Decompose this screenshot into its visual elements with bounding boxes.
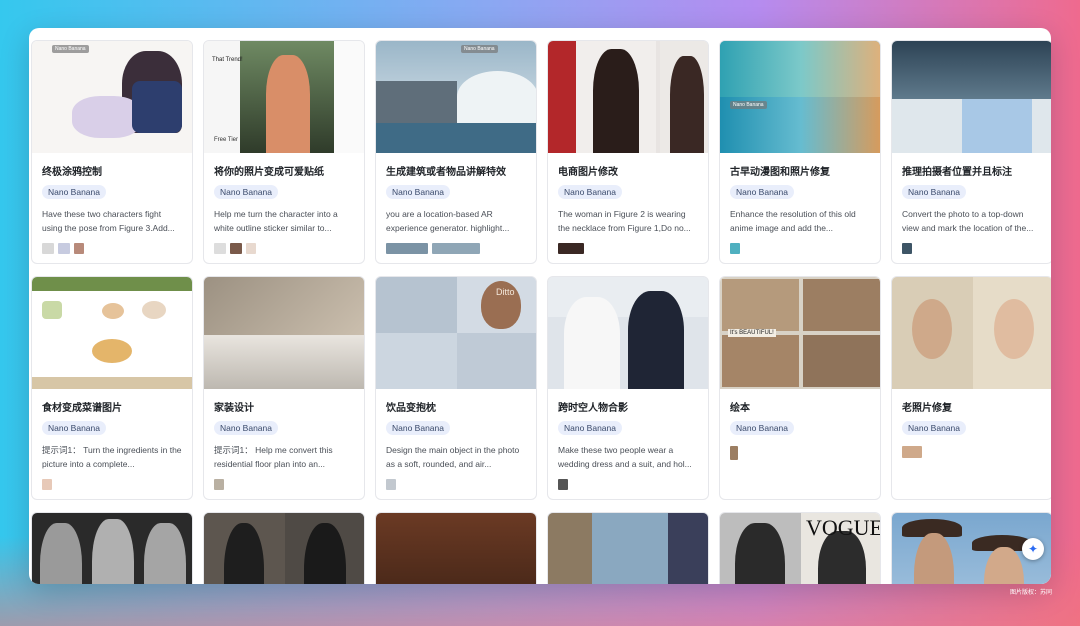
card-description: you are a location-based AR experience g… [386,209,510,233]
card-title: 终极涂鸦控制 [42,167,102,178]
reference-images [386,243,536,254]
card-title: 家装设计 [214,403,254,414]
template-card[interactable]: That Trend! Free Tier 将你的照片变成可爱贴纸 Nano B… [203,40,365,264]
template-card[interactable]: 跨时空人物合影 Nano Banana Make these two peopl… [547,276,709,500]
card-title: 电商图片修改 [558,167,618,178]
thumb-badge: Nano Banana [52,45,89,53]
card-description: Convert the photo to a top-down view and… [902,209,1034,233]
reference-images [386,479,536,490]
model-tag: Nano Banana [386,185,450,199]
template-card[interactable]: 电商图片修改 Nano Banana The woman in Figure 2… [547,40,709,264]
image-credit: 图片版权：苏同 [1009,590,1052,596]
template-card[interactable]: Ditto 饮品变抱枕 Nano Banana Design the main … [375,276,537,500]
thumb-badge: Nano Banana [461,45,498,53]
card-thumbnail [892,277,1051,389]
reference-images [558,479,708,490]
template-card[interactable]: It's BEAUTIFUL! 绘本 Nano Banana [719,276,881,500]
card-title: 绘本 [730,403,750,414]
card-title: 食材变成菜谱图片 [42,403,122,414]
model-tag: Nano Banana [902,185,966,199]
template-card[interactable] [547,512,709,584]
template-card[interactable] [203,512,365,584]
card-title: 饮品变抱枕 [386,403,436,414]
model-tag: Nano Banana [214,185,278,199]
template-card[interactable]: Nano Banana 古早动漫图和照片修复 Nano Banana Enhan… [719,40,881,264]
template-card[interactable]: VOGUE [719,512,881,584]
reference-images [902,446,1051,458]
template-card[interactable]: 家装设计 Nano Banana 提示词1： Help me convert t… [203,276,365,500]
card-thumbnail: Nano Banana [720,41,880,153]
reference-images [558,243,708,254]
card-description: 提示词1： Help me convert this residential f… [214,445,333,469]
card-thumbnail [32,277,192,389]
card-thumbnail [204,277,364,389]
model-tag: Nano Banana [902,421,966,435]
model-tag: Nano Banana [42,185,106,199]
card-thumbnail: It's BEAUTIFUL! [720,277,880,389]
card-description: Design the main object in the photo as a… [386,445,520,469]
card-title: 跨时空人物合影 [558,403,628,414]
thumb-badge: Nano Banana [730,101,767,109]
reference-images [902,243,1051,254]
reference-images [730,243,880,254]
template-card[interactable]: 推理拍摄者位置并且标注 Nano Banana Convert the phot… [891,40,1051,264]
model-tag: Nano Banana [214,421,278,435]
card-thumbnail [548,513,708,584]
template-grid: Nano Banana 终极涂鸦控制 Nano Banana Have thes… [31,40,1051,584]
thumb-text: Free Tier [214,137,239,143]
card-title: 将你的照片变成可爱贴纸 [214,167,324,178]
reference-images [42,243,192,254]
template-card[interactable]: Nano Banana 终极涂鸦控制 Nano Banana Have thes… [31,40,193,264]
model-tag: Nano Banana [386,421,450,435]
card-thumbnail: Nano Banana [376,41,536,153]
card-thumbnail [32,513,192,584]
thumb-text: That Trend! [212,57,243,63]
card-description: Enhance the resolution of this old anime… [730,209,856,233]
template-card[interactable]: 老照片修复 Nano Banana [891,276,1051,500]
model-tag: Nano Banana [42,421,106,435]
template-card[interactable]: Nano Banana 生成建筑或者物品讲解特效 Nano Banana you… [375,40,537,264]
model-tag: Nano Banana [730,185,794,199]
thumb-text: It's BEAUTIFUL! [728,329,776,337]
sparkle-icon[interactable]: ✦ [1022,538,1044,560]
card-description: Help me turn the character into a white … [214,209,338,233]
reference-images [42,479,192,490]
model-tag: Nano Banana [558,421,622,435]
card-thumbnail [204,513,364,584]
card-description: The woman in Figure 2 is wearing the nec… [558,209,691,233]
template-card[interactable] [375,512,537,584]
card-thumbnail [548,277,708,389]
card-title: 老照片修复 [902,403,952,414]
card-description: Make these two people wear a wedding dre… [558,445,692,469]
app-window: Nano Banana 终极涂鸦控制 Nano Banana Have thes… [29,28,1051,584]
card-title: 推理拍摄者位置并且标注 [902,167,1012,178]
card-description: 提示词1： Turn the ingredients in the pictur… [42,445,182,469]
card-thumbnail: Ditto [376,277,536,389]
template-card[interactable] [31,512,193,584]
card-title: 生成建筑或者物品讲解特效 [386,167,506,178]
model-tag: Nano Banana [730,421,794,435]
card-thumbnail [892,41,1051,153]
reference-images [730,446,880,460]
card-title: 古早动漫图和照片修复 [730,167,830,178]
thumb-text: Ditto [496,287,515,297]
card-thumbnail: Nano Banana [32,41,192,153]
card-thumbnail: VOGUE [720,513,880,584]
card-thumbnail [376,513,536,584]
card-thumbnail [548,41,708,153]
reference-images [214,243,364,254]
card-thumbnail: That Trend! Free Tier [204,41,364,153]
template-card[interactable]: 食材变成菜谱图片 Nano Banana 提示词1： Turn the ingr… [31,276,193,500]
reference-images [214,479,364,490]
thumb-text: VOGUE [806,515,880,540]
card-description: Have these two characters fight using th… [42,209,175,233]
model-tag: Nano Banana [558,185,622,199]
